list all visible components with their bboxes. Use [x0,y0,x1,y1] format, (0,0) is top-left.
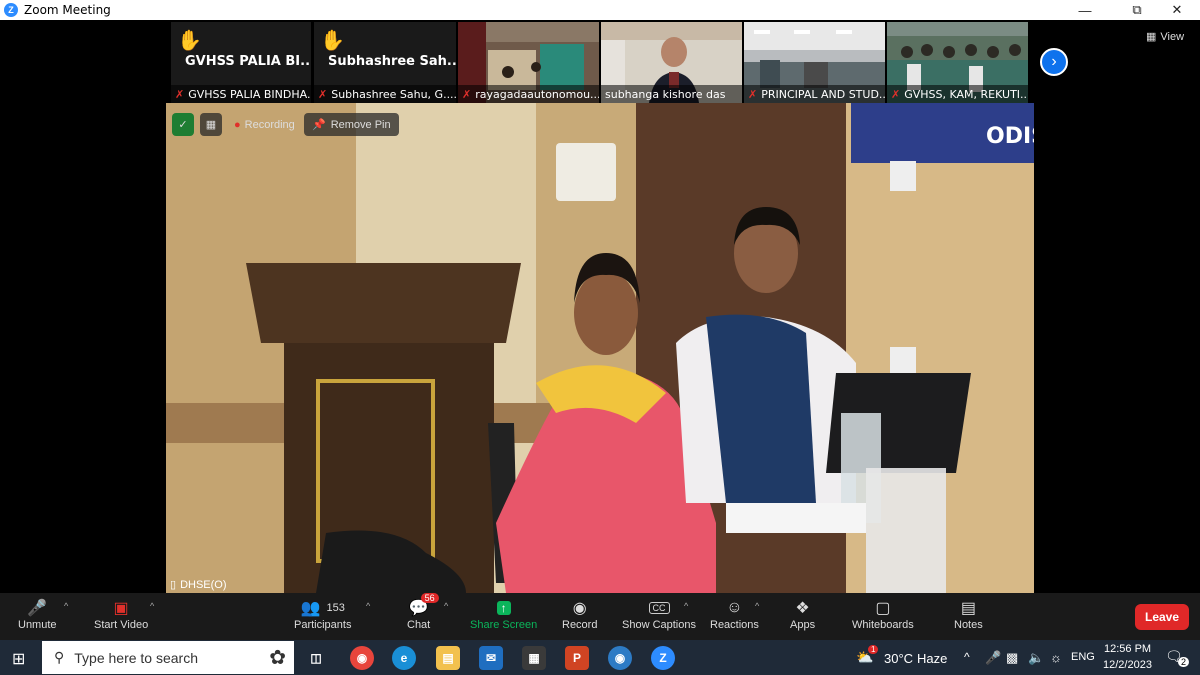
meeting-info-icon[interactable]: ▦ [200,113,222,136]
audio-options-caret[interactable]: ^ [64,601,68,611]
unmute-button[interactable]: 🎤 Unmute [18,597,57,631]
taskbar-search-box[interactable]: ⚲ Type here to search ✿ [42,641,294,674]
share-screen-button[interactable]: ↑ Share Screen [470,597,537,631]
participant-caption: ✗ GVHSS, KAM, REKUTI... [887,85,1028,103]
participant-display-name: GVHSS PALIA BI... [185,54,311,69]
camera-icon[interactable]: ◉ [608,646,632,670]
window-title: Zoom Meeting [24,3,111,17]
whiteboards-button[interactable]: ▢ Whiteboards [852,597,914,631]
mic-off-icon: ✗ [175,87,185,101]
reactions-button[interactable]: ☺ Reactions [710,597,759,631]
video-scene: ODISHA , [166,103,1034,593]
network-icon[interactable]: ☼ [1050,650,1062,665]
leave-button[interactable]: Leave [1135,604,1189,630]
participant-display-name: Subhashree Sah... [328,54,456,69]
participant-tile-5[interactable]: ✗ PRINCIPAL AND STUD... [744,22,885,103]
record-button[interactable]: ◉ Record [562,597,597,631]
windows-start-icon[interactable]: ⊞ [12,649,25,669]
emoji-icon: ☺ [726,599,743,616]
encryption-shield-icon[interactable]: ✓ [172,113,194,136]
participant-tile-1[interactable]: ✋ GVHSS PALIA BI... ✗ GVHSS PALIA BINDHA.… [171,22,311,103]
search-highlight-icon: ✿ [269,647,286,669]
chevron-up-icon[interactable]: ^ [964,650,970,664]
mic-off-icon: ✗ [462,87,472,101]
mail-icon[interactable]: ✉ [479,646,503,670]
apps-button[interactable]: ❖ Apps [790,597,815,631]
next-page-button[interactable]: › [1040,48,1068,76]
captions-caret[interactable]: ^ [684,601,688,611]
start-video-button[interactable]: ▣ Start Video [94,597,148,631]
volume-icon[interactable]: 🔈 [1028,650,1044,666]
participants-button[interactable]: 👥 153 Participants [294,597,351,631]
mic-off-icon: 🎤 [27,600,48,617]
notes-icon: ▤ [960,600,976,617]
participant-tile-4[interactable]: subhanga kishore das [601,22,742,103]
chat-caret[interactable]: ^ [444,601,448,611]
participants-caret[interactable]: ^ [366,601,370,611]
participants-count: 153 [326,602,345,614]
signal-strength-icon: ▯ [170,579,177,591]
search-icon: ⚲ [54,649,65,665]
record-icon: ◉ [572,600,587,617]
apps-icon: ❖ [795,600,810,617]
participant-caption: ✗ rayagadaautonomou... [458,85,599,103]
recording-indicator: ● Recording [234,118,295,131]
captions-icon: CC [648,602,670,614]
store-icon[interactable]: ▦ [522,646,546,670]
weather-badge: 1 [868,645,879,654]
share-arrow-icon: ↑ [496,601,511,615]
mic-off-icon: ✗ [318,87,328,101]
participant-caption: subhanga kishore das [601,85,742,103]
participants-icon: 👥 [300,600,321,617]
edge-icon[interactable]: e [392,646,416,670]
participant-caption: ✗ GVHSS PALIA BINDHA... [171,85,311,103]
chat-button[interactable]: 💬 56 Chat [407,593,439,631]
participant-caption: ✗ PRINCIPAL AND STUD... [744,85,885,103]
participant-tile-6[interactable]: ✗ GVHSS, KAM, REKUTI... [887,22,1028,103]
grid-icon: ▦ [1146,31,1157,43]
record-dot-icon: ● [234,118,241,131]
mic-off-icon: ✗ [891,87,901,101]
weather-desc[interactable]: Haze [917,651,947,666]
chat-badge: 56 [420,593,439,603]
participant-caption: ✗ Subhashree Sahu, G.... [314,85,456,103]
chrome-icon[interactable]: ◉ [350,646,374,670]
title-bar: Z Zoom Meeting — ⧉ ✕ [0,0,1200,20]
microphone-icon[interactable]: 🎤 [985,650,1001,666]
windows-taskbar: ⊞ ⚲ Type here to search ✿ ◫ ◉ e ▤ ✉ ▦ P … [0,640,1200,675]
participant-tile-3[interactable]: ✗ rayagadaautonomou... [458,22,599,103]
mic-off-icon: ✗ [748,87,758,101]
zoom-taskbar-icon[interactable]: Z [651,646,675,670]
raised-hand-icon: ✋ [320,30,345,52]
battery-icon[interactable]: ▩ [1006,650,1018,666]
speaker-name-label: ▯ DHSE(O) [170,578,227,592]
video-off-icon: ▣ [113,600,129,617]
participant-tile-2[interactable]: ✋ Subhashree Sah... ✗ Subhashree Sahu, G.… [314,22,456,103]
powerpoint-icon[interactable]: P [565,646,589,670]
notification-count: 2 [1178,657,1190,667]
main-video[interactable]: ODISHA , ✓ ▦ ● Recording 📌 Remove Pin ▯ … [166,103,1034,593]
close-button[interactable]: ✕ [1154,0,1200,20]
reactions-caret[interactable]: ^ [755,601,759,611]
whiteboard-icon: ▢ [875,600,891,617]
raised-hand-icon: ✋ [177,30,202,52]
file-explorer-icon[interactable]: ▤ [436,646,460,670]
weather-temp[interactable]: 30°C [884,651,913,666]
meeting-toolbar: 🎤 Unmute ^ ▣ Start Video ^ 👥 153 Particip… [0,593,1200,640]
clock-date[interactable]: 12/2/2023 [1103,659,1152,671]
zoom-icon: Z [4,3,18,17]
banner-text: ODISHA , [986,124,1034,149]
chevron-right-icon: › [1051,53,1057,70]
notes-button[interactable]: ▤ Notes [954,597,983,631]
clock-time[interactable]: 12:56 PM [1104,643,1151,655]
minimize-button[interactable]: — [1062,0,1108,20]
pin-icon: 📌 [312,119,326,131]
remove-pin-button[interactable]: 📌 Remove Pin [304,113,399,136]
task-view-icon[interactable]: ◫ [304,646,328,670]
video-options-caret[interactable]: ^ [150,601,154,611]
view-button[interactable]: ▦ View [1146,30,1184,44]
language-indicator[interactable]: ENG [1071,651,1095,663]
